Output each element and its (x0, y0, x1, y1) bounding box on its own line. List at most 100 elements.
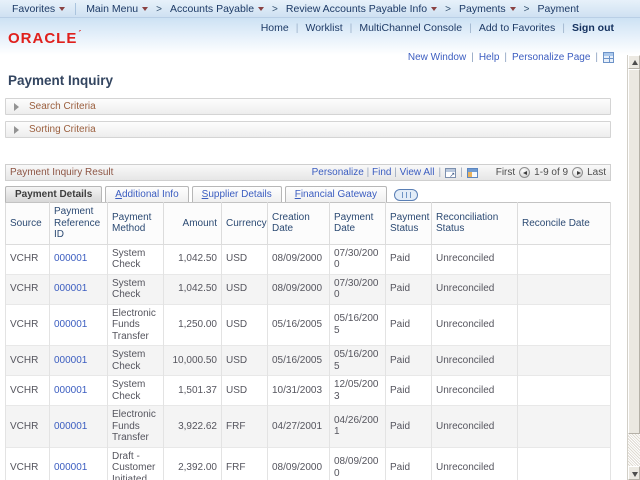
tab-payment-details[interactable]: Payment Details (5, 186, 102, 202)
breadcrumb: Favorites Main Menu>Accounts Payable>Rev… (0, 0, 640, 18)
column-header: Payment Method (108, 203, 164, 245)
table-cell: VCHR (6, 274, 50, 304)
table-cell: System Check (108, 244, 164, 274)
prev-page-icon[interactable] (519, 167, 530, 178)
tab-financial-gateway[interactable]: Financial Gateway (285, 186, 387, 202)
grid-tab-strip: Payment DetailsAdditional InfoSupplier D… (5, 185, 640, 202)
payment-reference-link[interactable]: 000001 (50, 244, 108, 274)
payment-reference-link[interactable]: 000001 (50, 376, 108, 406)
table-row: VCHR000001System Check1,501.37USD10/31/2… (6, 376, 611, 406)
header-link[interactable]: Worklist (305, 22, 342, 34)
next-page-icon[interactable] (572, 167, 583, 178)
payment-reference-link[interactable]: 000001 (50, 304, 108, 346)
scrollbar-thumb[interactable] (628, 69, 640, 434)
toolbar-link[interactable]: Personalize (312, 167, 364, 178)
column-header: Reconcile Date (518, 203, 611, 245)
tab-additional-info[interactable]: Additional Info (105, 186, 188, 202)
sorting-criteria-section[interactable]: Sorting Criteria (5, 121, 611, 138)
oracle-logo: ORACLE (8, 29, 82, 47)
table-cell: Unreconciled (432, 304, 518, 346)
vertical-scrollbar[interactable] (627, 55, 640, 480)
table-cell: 1,042.50 (164, 244, 222, 274)
breadcrumb-item[interactable]: Accounts Payable (164, 3, 270, 15)
table-cell: FRF (222, 406, 268, 448)
table-cell: Draft - Customer Initiated (108, 447, 164, 480)
table-cell: 1,501.37 (164, 376, 222, 406)
table-cell: 12/05/2003 (330, 376, 386, 406)
table-cell: VCHR (6, 304, 50, 346)
table-cell: 10,000.50 (164, 346, 222, 376)
utility-link-pipe: | (595, 52, 598, 63)
breadcrumb-item[interactable]: Payments (453, 3, 522, 15)
header-link[interactable]: Home (261, 22, 289, 34)
pagination: First 1-9 of 9 Last (496, 167, 606, 178)
table-cell: USD (222, 274, 268, 304)
table-cell (518, 346, 611, 376)
table-cell: Paid (386, 244, 432, 274)
payment-reference-link[interactable]: 000001 (50, 447, 108, 480)
table-cell: VCHR (6, 406, 50, 448)
table-cell: Unreconciled (432, 376, 518, 406)
breadcrumb-item[interactable]: Review Accounts Payable Info (280, 3, 443, 15)
table-cell (518, 304, 611, 346)
header-link[interactable]: Add to Favorites (479, 22, 555, 34)
chevron-down-icon (258, 7, 264, 11)
scroll-down-button[interactable] (628, 466, 640, 480)
payment-reference-link[interactable]: 000001 (50, 406, 108, 448)
search-criteria-section[interactable]: Search Criteria (5, 98, 611, 115)
utility-link[interactable]: New Window (408, 52, 466, 63)
page-title: Payment Inquiry (8, 73, 640, 88)
breadcrumb-item[interactable]: Payment (532, 3, 585, 15)
tab-supplier-details[interactable]: Supplier Details (192, 186, 282, 202)
download-grid-icon[interactable] (467, 168, 478, 178)
table-cell: 07/30/2000 (330, 244, 386, 274)
table-cell: 05/16/2005 (330, 304, 386, 346)
header-link[interactable]: MultiChannel Console (359, 22, 462, 34)
personalize-layout-icon[interactable] (603, 52, 614, 63)
table-cell: 04/26/2001 (330, 406, 386, 448)
table-cell: USD (222, 376, 268, 406)
table-cell: Paid (386, 346, 432, 376)
breadcrumb-item-label: Accounts Payable (170, 3, 254, 15)
table-cell: FRF (222, 447, 268, 480)
table-cell: System Check (108, 376, 164, 406)
header-links: Home|Worklist|MultiChannel Console|Add t… (261, 22, 614, 34)
table-cell: 08/09/2000 (268, 274, 330, 304)
table-cell (518, 274, 611, 304)
header-link-pipe: | (469, 22, 472, 34)
toolbar-link[interactable]: Find (372, 167, 391, 178)
payment-results-table: SourcePayment Reference IDPayment Method… (5, 202, 611, 480)
first-page-link[interactable]: First (496, 167, 515, 178)
section-label: Search Criteria (29, 101, 96, 112)
table-cell: 08/09/2000 (330, 447, 386, 480)
table-row: VCHR000001System Check1,042.50USD08/09/2… (6, 244, 611, 274)
toolbar-link[interactable]: View All (400, 167, 435, 178)
breadcrumb-item[interactable]: Main Menu (80, 3, 154, 15)
show-all-columns-icon[interactable] (394, 189, 418, 201)
scroll-up-button[interactable] (628, 55, 640, 69)
column-header: Payment Reference ID (50, 203, 108, 245)
table-cell: 1,042.50 (164, 274, 222, 304)
favorites-menu[interactable]: Favorites (6, 3, 71, 15)
signout-link[interactable]: Sign out (572, 22, 614, 34)
utility-link[interactable]: Personalize Page (512, 52, 590, 63)
payment-reference-link[interactable]: 000001 (50, 346, 108, 376)
utility-link-pipe: | (504, 52, 507, 63)
table-cell: Paid (386, 376, 432, 406)
table-cell: 04/27/2001 (268, 406, 330, 448)
column-header: Reconciliation Status (432, 203, 518, 245)
payment-reference-link[interactable]: 000001 (50, 274, 108, 304)
column-header: Currency (222, 203, 268, 245)
scrollbar-track[interactable] (628, 434, 640, 466)
table-cell (518, 406, 611, 448)
toolbar-pipe: | (439, 167, 442, 178)
chevron-down-icon (510, 7, 516, 11)
last-page-link[interactable]: Last (587, 167, 606, 178)
table-cell: Unreconciled (432, 244, 518, 274)
utility-link[interactable]: Help (479, 52, 500, 63)
table-cell: Paid (386, 274, 432, 304)
table-header: SourcePayment Reference IDPayment Method… (6, 203, 611, 245)
breadcrumb-item-label: Main Menu (86, 3, 138, 15)
expand-triangle-icon (14, 126, 19, 134)
zoom-popup-icon[interactable] (445, 168, 456, 178)
